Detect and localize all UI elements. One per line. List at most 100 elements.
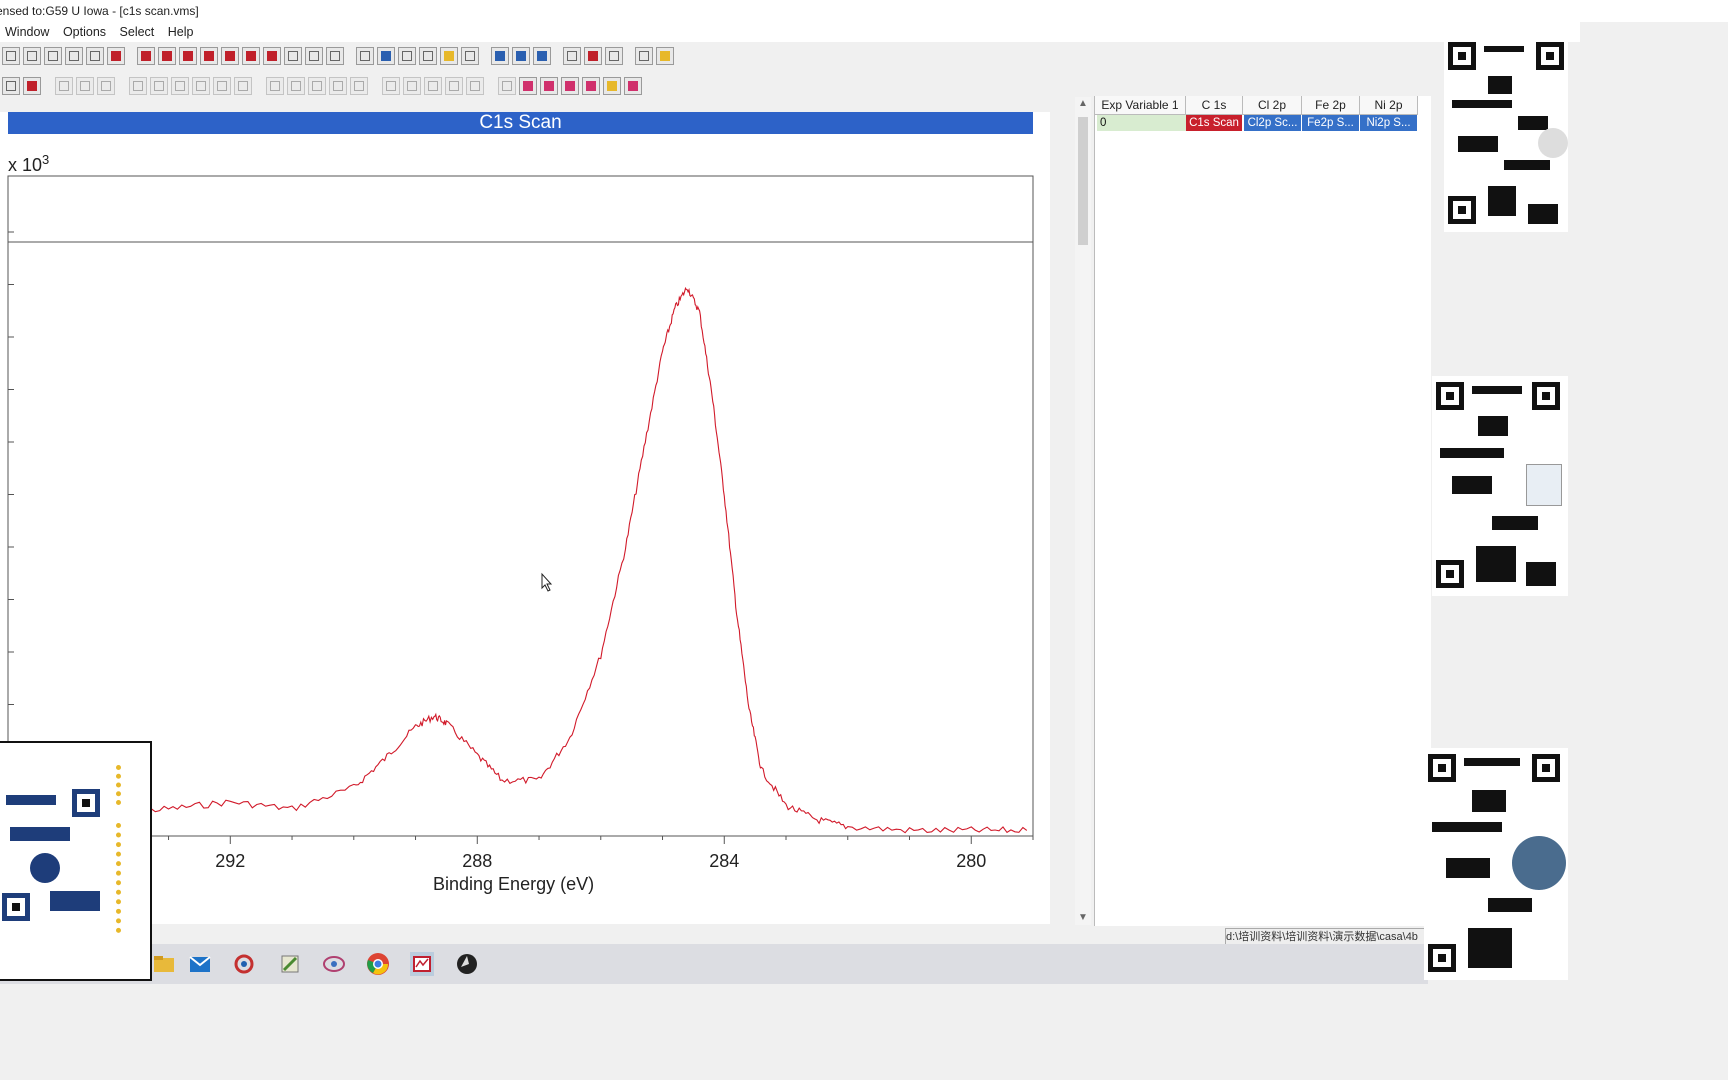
toolbar-top: [0, 44, 1580, 70]
menu-options[interactable]: Options: [58, 22, 111, 42]
toolbar-button[interactable]: [44, 47, 62, 65]
toolbar-button[interactable]: [603, 77, 621, 95]
toolbar-button[interactable]: [635, 47, 653, 65]
menu-help[interactable]: Help: [163, 22, 199, 42]
toolbar-button[interactable]: [512, 47, 530, 65]
toolbar-button[interactable]: [403, 77, 421, 95]
toolbar-button[interactable]: [266, 77, 284, 95]
col-header-fe2p[interactable]: Fe 2p: [1302, 96, 1360, 115]
col-header-ni2p[interactable]: Ni 2p: [1360, 96, 1418, 115]
qr-code-image-top: [1444, 36, 1568, 232]
toolbar-button[interactable]: [65, 47, 83, 65]
toolbar-button[interactable]: [179, 47, 197, 65]
toolbar-button[interactable]: [107, 47, 125, 65]
experiment-browser: Exp Variable 1 C 1s Cl 2p Fe 2p Ni 2p 0 …: [1094, 96, 1431, 926]
toolbar-button[interactable]: [192, 77, 210, 95]
toolbar-button[interactable]: [2, 77, 20, 95]
toolbar-button[interactable]: [326, 47, 344, 65]
toolbar-button[interactable]: [76, 77, 94, 95]
chart-app-icon[interactable]: [322, 952, 346, 976]
toolbar-button[interactable]: [2, 47, 20, 65]
cell-c1s-scan[interactable]: C1s Scan: [1186, 115, 1242, 131]
media-app-icon[interactable]: [455, 952, 479, 976]
toolbar-button[interactable]: [377, 47, 395, 65]
taskbar: [0, 944, 1428, 984]
toolbar-button[interactable]: [287, 77, 305, 95]
toolbar-button[interactable]: [445, 77, 463, 95]
toolbar-button[interactable]: [540, 77, 558, 95]
toolbar-button[interactable]: [461, 47, 479, 65]
col-header-c1s[interactable]: C 1s: [1186, 96, 1243, 115]
toolbar-button[interactable]: [533, 47, 551, 65]
toolbar-button[interactable]: [137, 47, 155, 65]
toolbar-button[interactable]: [498, 77, 516, 95]
toolbar-button[interactable]: [171, 77, 189, 95]
toolbar-button[interactable]: [350, 77, 368, 95]
toolbar-button[interactable]: [55, 77, 73, 95]
toolbar-button[interactable]: [129, 77, 147, 95]
x-axis-ticks: [44, 836, 1034, 844]
scrollbar-thumb[interactable]: [1078, 117, 1088, 245]
pen-app-icon[interactable]: [278, 952, 302, 976]
qr-code-image-middle: [1432, 376, 1568, 596]
toolbar-button[interactable]: [97, 77, 115, 95]
window-title: ensed to:G59 U Iowa - [c1s scan.vms]: [0, 4, 199, 18]
toolbar-button[interactable]: [213, 77, 231, 95]
toolbar-button[interactable]: [563, 47, 581, 65]
avatar-round: [1512, 836, 1566, 890]
toolbar-button[interactable]: [582, 77, 600, 95]
dotted-border: [116, 765, 131, 805]
cell-exp-variable[interactable]: 0: [1097, 115, 1188, 131]
scroll-down-icon[interactable]: ▼: [1075, 911, 1091, 925]
toolbar-button[interactable]: [419, 47, 437, 65]
cell-ni2p-scan[interactable]: Ni2p S...: [1360, 115, 1417, 131]
toolbar-button[interactable]: [624, 77, 642, 95]
toolbar-button[interactable]: [466, 77, 484, 95]
toolbar-button[interactable]: [23, 47, 41, 65]
toolbar-button[interactable]: [382, 77, 400, 95]
toolbar-button[interactable]: [86, 47, 104, 65]
toolbar-button[interactable]: [561, 77, 579, 95]
casaxps-icon[interactable]: [410, 952, 434, 976]
tv-thumbnail-icon: [1526, 464, 1562, 506]
x-tick-label: 284: [709, 851, 740, 871]
toolbar-button[interactable]: [605, 47, 623, 65]
toolbar-button[interactable]: [221, 47, 239, 65]
toolbar-button[interactable]: [263, 47, 281, 65]
mail-icon[interactable]: [188, 952, 212, 976]
toolbar-button[interactable]: [150, 77, 168, 95]
avatar: [1538, 128, 1568, 158]
menu-select[interactable]: Select: [115, 22, 160, 42]
toolbar-button[interactable]: [329, 77, 347, 95]
toolbar-button[interactable]: [200, 47, 218, 65]
spectrum-plot[interactable]: [0, 170, 1050, 860]
chrome-icon[interactable]: [366, 952, 390, 976]
plot-scrollbar[interactable]: ▲ ▼: [1075, 97, 1091, 925]
scroll-up-icon[interactable]: ▲: [1075, 97, 1091, 111]
menu-window[interactable]: Window: [0, 22, 54, 42]
toolbar-button[interactable]: [440, 47, 458, 65]
toolbar-button[interactable]: [398, 47, 416, 65]
app-tool-icon[interactable]: [232, 952, 256, 976]
toolbar-button[interactable]: [424, 77, 442, 95]
col-header-exp-variable[interactable]: Exp Variable 1: [1095, 96, 1186, 115]
toolbar-button[interactable]: [356, 47, 374, 65]
toolbar-button[interactable]: [584, 47, 602, 65]
toolbar-button[interactable]: [308, 77, 326, 95]
plot-title-bar: C1s Scan: [8, 112, 1033, 134]
file-explorer-icon[interactable]: [152, 952, 176, 976]
toolbar-button[interactable]: [284, 47, 302, 65]
toolbar-button[interactable]: [234, 77, 252, 95]
plot-frame: [7, 175, 1034, 837]
toolbar-button[interactable]: [656, 47, 674, 65]
cell-fe2p-scan[interactable]: Fe2p S...: [1302, 115, 1359, 131]
toolbar-button[interactable]: [491, 47, 509, 65]
col-header-cl2p[interactable]: Cl 2p: [1243, 96, 1302, 115]
toolbar-button[interactable]: [242, 47, 260, 65]
toolbar-button[interactable]: [158, 47, 176, 65]
window-title-bar: ensed to:G59 U Iowa - [c1s scan.vms]: [0, 0, 1728, 22]
cell-cl2p-scan[interactable]: Cl2p Sc...: [1244, 115, 1301, 131]
toolbar-button[interactable]: [23, 77, 41, 95]
toolbar-button[interactable]: [305, 47, 323, 65]
toolbar-button[interactable]: [519, 77, 537, 95]
